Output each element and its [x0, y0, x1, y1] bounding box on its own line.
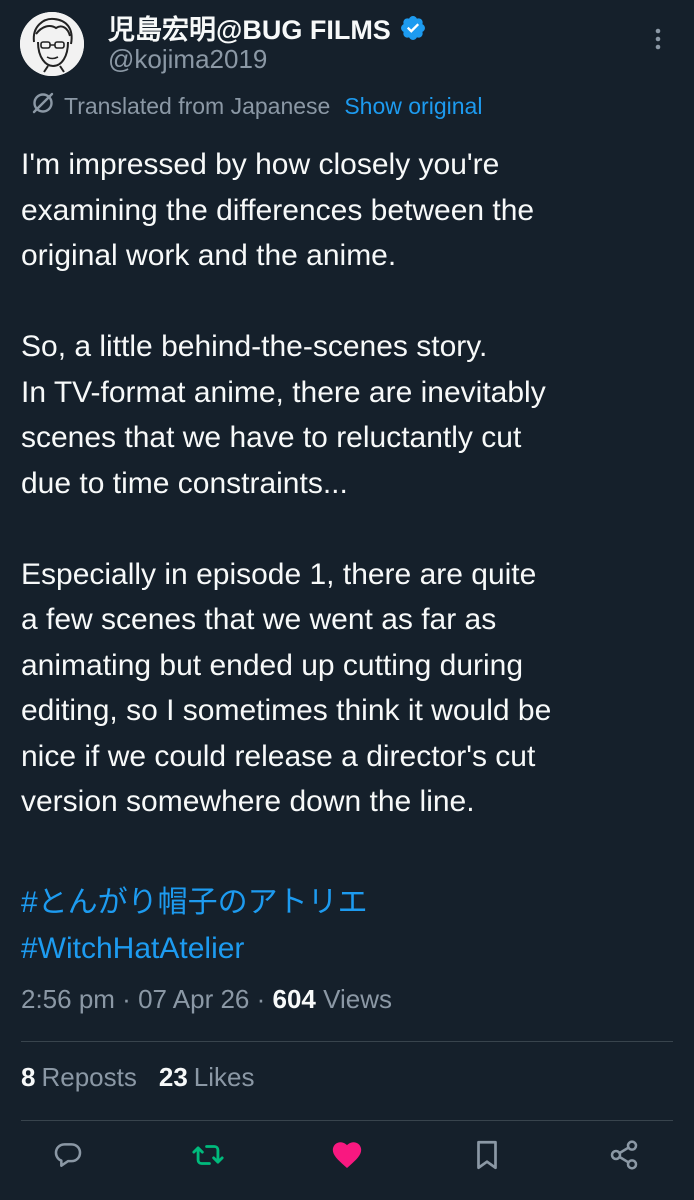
- share-button[interactable]: [597, 1130, 651, 1184]
- author-handle[interactable]: @kojima2019: [108, 44, 267, 75]
- like-button[interactable]: [320, 1130, 374, 1184]
- tweet-line: So, a little behind-the-scenes story.: [21, 330, 488, 363]
- bookmark-button[interactable]: [460, 1130, 514, 1184]
- hashtag-link[interactable]: #とんがり帽子のアトリエ: [21, 880, 368, 926]
- tweet-line: scenes that we have to reluctantly cut: [21, 421, 522, 454]
- tweet-paragraph: So, a little behind-the-scenes story. In…: [21, 324, 681, 506]
- divider: [21, 1041, 673, 1042]
- meta-separator: ·: [249, 984, 273, 1014]
- show-original-link[interactable]: Show original: [344, 93, 482, 120]
- tweet-line: I'm impressed by how closely you're: [21, 148, 500, 181]
- heart-icon: [330, 1138, 364, 1177]
- post-time[interactable]: 2:56 pm: [21, 984, 115, 1014]
- reply-icon: [52, 1139, 84, 1176]
- verified-badge-icon: [399, 14, 427, 42]
- views-count: 604: [272, 984, 316, 1014]
- tweet-paragraph: I'm impressed by how closely you're exam…: [21, 142, 681, 279]
- tweet-line: a few scenes that we went as far as: [21, 603, 497, 636]
- author-name-row: 児島宏明@BUG FILMS: [108, 8, 427, 47]
- repost-button[interactable]: [181, 1130, 235, 1184]
- tweet-line: version somewhere down the line.: [21, 785, 475, 818]
- share-icon: [608, 1139, 640, 1176]
- tweet-line: nice if we could release a director's cu…: [21, 739, 536, 773]
- author-display-name[interactable]: 児島宏明@BUG FILMS: [108, 8, 391, 47]
- translation-row: Translated from Japanese Show original: [30, 90, 482, 122]
- reposts-count: 8: [21, 1062, 36, 1092]
- tweet-meta: 2:56 pm · 07 Apr 26 · 604 Views: [21, 984, 392, 1015]
- reply-button[interactable]: [41, 1130, 95, 1184]
- hashtag-link[interactable]: #WitchHatAtelier: [21, 926, 368, 972]
- views-label: Views: [323, 984, 392, 1014]
- tweet-line: original work and the anime.: [21, 239, 397, 272]
- avatar[interactable]: [20, 12, 84, 76]
- translated-from-label: Translated from Japanese: [64, 92, 331, 119]
- more-options-icon[interactable]: [646, 24, 670, 54]
- reposts-label: Reposts: [41, 1062, 137, 1092]
- tweet-line: animating but ended up cutting during: [21, 648, 524, 682]
- hashtag-list: #とんがり帽子のアトリエ #WitchHatAtelier: [21, 880, 368, 971]
- reposts-stat[interactable]: 8 Reposts: [21, 1062, 137, 1093]
- engagement-stats: 8 Reposts 23 Likes: [21, 1062, 254, 1093]
- bookmark-icon: [472, 1138, 502, 1177]
- likes-count: 23: [158, 1062, 188, 1092]
- tweet-header: 児島宏明@BUG FILMS @kojima2019: [0, 0, 694, 90]
- tweet-line: examining the differences between the: [21, 193, 535, 227]
- meta-separator: ·: [114, 984, 139, 1014]
- tweet-text: I'm impressed by how closely you're exam…: [21, 142, 681, 825]
- likes-stat[interactable]: 23 Likes: [159, 1062, 255, 1093]
- tweet-line: due to time constraints...: [21, 466, 348, 500]
- action-bar: [0, 1130, 694, 1184]
- tweet-line: editing, so I sometimes think it would b…: [21, 694, 552, 727]
- tweet-paragraph: Especially in episode 1, there are quite…: [21, 552, 681, 825]
- tweet-line: Especially in episode 1, there are quite: [21, 557, 537, 591]
- tweet-line: In TV-format anime, there are inevitably: [21, 375, 546, 409]
- post-date[interactable]: 07 Apr 26: [138, 984, 249, 1014]
- repost-icon: [191, 1138, 225, 1177]
- likes-label: Likes: [193, 1062, 255, 1092]
- translate-icon: [30, 90, 56, 122]
- avatar-illustration-icon: [20, 12, 84, 76]
- divider: [21, 1120, 673, 1121]
